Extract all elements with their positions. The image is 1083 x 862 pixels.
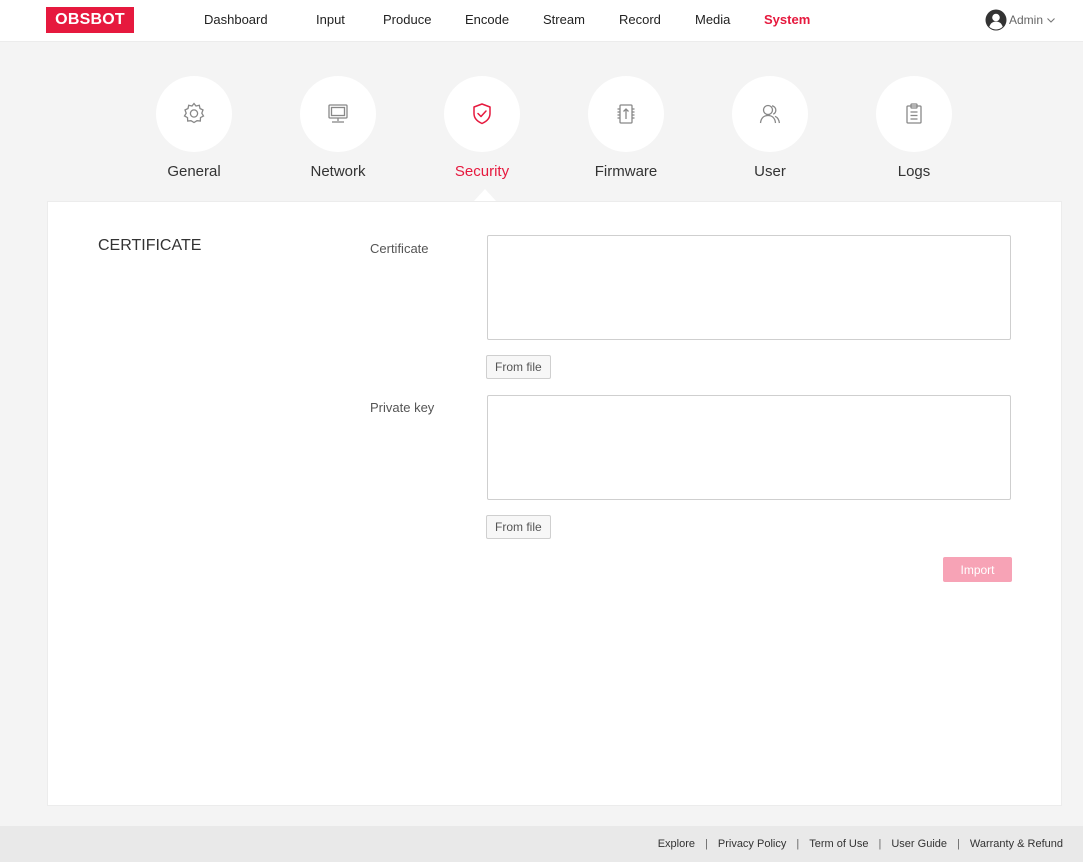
import-button[interactable]: Import [943,557,1012,582]
obsbot-logo[interactable]: OBSBOT [46,7,134,33]
footer-separator: | [957,838,960,850]
tab-logs-circle [876,76,952,152]
shield-check-icon [473,103,491,125]
footer-link-privacy-policy[interactable]: Privacy Policy [718,838,786,850]
footer-links: Explore | Privacy Policy | Term of Use |… [658,826,1063,862]
section-title: CERTIFICATE [98,237,202,254]
monitor-icon [328,104,348,123]
footer-link-explore[interactable]: Explore [658,838,695,850]
private-key-from-file-button[interactable]: From file [486,515,551,539]
footer-separator: | [796,838,800,850]
footer-link-user-guide[interactable]: User Guide [891,838,947,850]
private-key-label: Private key [370,400,435,415]
tab-network[interactable]: Network [268,76,408,196]
nav-dashboard[interactable]: Dashboard [204,12,268,27]
nav-stream[interactable]: Stream [543,12,585,27]
tab-general-label: General [167,163,221,180]
certificate-from-file-button[interactable]: From file [486,355,551,379]
tab-logs-label: Logs [897,163,931,180]
certificate-label: Certificate [370,241,429,256]
nav-produce[interactable]: Produce [383,12,431,27]
tab-security-label: Security [454,163,510,180]
user-avatar-icon [985,9,1007,31]
users-icon [759,104,781,124]
footer-link-warranty-refund[interactable]: Warranty & Refund [970,838,1063,850]
user-menu[interactable]: Admin [985,9,1056,31]
tab-user-circle [732,76,808,152]
tab-firmware-label: Firmware [594,163,658,180]
user-name: Admin [1009,13,1044,27]
nav-media[interactable]: Media [695,12,730,27]
chip-upload-icon [617,104,635,124]
tab-general[interactable]: General [124,76,264,196]
tab-user-label: User [754,163,786,180]
footer: Explore | Privacy Policy | Term of Use |… [0,826,1083,862]
top-navigation-bar: OBSBOT Dashboard Input Produce Encode St… [0,0,1083,42]
private-key-textarea[interactable] [487,395,1011,500]
nav-input[interactable]: Input [316,12,345,27]
nav-record[interactable]: Record [619,12,661,27]
tab-firmware[interactable]: Firmware [556,76,696,196]
clipboard-icon [906,103,922,124]
footer-separator: | [705,838,708,850]
nav-encode[interactable]: Encode [465,12,509,27]
tab-general-circle [156,76,232,152]
certificate-panel: CERTIFICATE Certificate From file Privat… [47,201,1062,806]
tab-network-label: Network [310,163,366,180]
footer-link-term-of-use[interactable]: Term of Use [809,838,868,850]
tab-logs[interactable]: Logs [844,76,984,196]
chevron-down-icon [1047,18,1055,23]
certificate-textarea[interactable] [487,235,1011,340]
footer-separator: | [878,838,882,850]
tab-user[interactable]: User [700,76,840,196]
tab-network-circle [300,76,376,152]
nav-system[interactable]: System [764,12,810,27]
tab-security[interactable]: Security [412,76,552,196]
gear-icon [183,102,205,124]
tab-firmware-circle [588,76,664,152]
tab-security-circle [444,76,520,152]
